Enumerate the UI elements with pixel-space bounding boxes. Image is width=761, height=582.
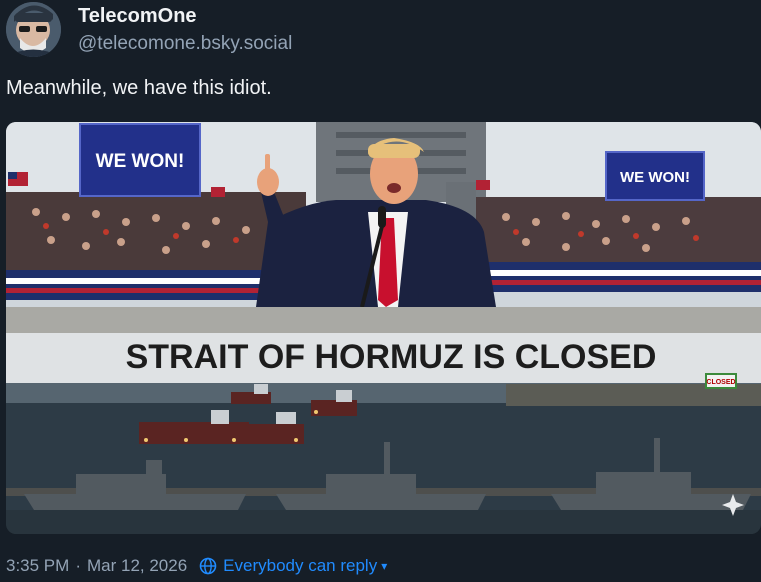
post-meta: 3:35 PM · Mar 12, 2026 Everybody can rep… (6, 556, 387, 576)
reply-setting-button[interactable]: Everybody can reply ▾ (199, 556, 387, 576)
globe-icon (199, 557, 217, 575)
author-handle[interactable]: @telecomone.bsky.social (78, 33, 292, 55)
rally-sign-left: WE WON! (96, 151, 185, 172)
meta-separator: · (75, 556, 81, 575)
avatar[interactable] (6, 2, 61, 57)
post-time[interactable]: 3:35 PM (6, 556, 69, 576)
post-image[interactable]: WE WON! WE WON! STRAIT OF HORMUZ IS CLOS… (6, 122, 761, 534)
post-date[interactable]: Mar 12, 2026 (87, 556, 187, 576)
author-display-name[interactable]: TelecomOne (78, 5, 197, 28)
headline-text: STRAIT OF HORMUZ IS CLOSED (126, 338, 657, 376)
chevron-down-icon: ▾ (381, 559, 388, 573)
post-text: Meanwhile, we have this idiot. (6, 77, 272, 99)
rally-sign-right: WE WON! (620, 169, 690, 186)
closed-sign: CLOSED (706, 379, 735, 386)
reply-setting-label: Everybody can reply (223, 556, 378, 575)
